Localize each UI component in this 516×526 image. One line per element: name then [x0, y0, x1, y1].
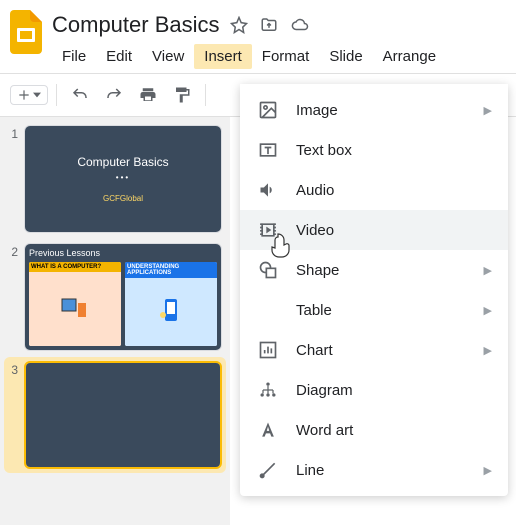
separator [56, 84, 57, 106]
slides-logo[interactable] [8, 8, 44, 56]
menu-item-shape[interactable]: Shape ▶ [240, 250, 508, 290]
menu-item-wordart[interactable]: Word art [240, 410, 508, 450]
submenu-arrow-icon: ▶ [484, 104, 492, 117]
separator [205, 84, 206, 106]
submenu-arrow-icon: ▶ [484, 264, 492, 277]
redo-button[interactable] [99, 80, 129, 110]
shape-icon [256, 258, 280, 282]
audio-icon [256, 178, 280, 202]
slide-thumbnail-2[interactable]: 2 Previous Lessons WHAT IS A COMPUTER? U… [8, 243, 222, 351]
document-title[interactable]: Computer Basics [52, 12, 220, 38]
menu-edit[interactable]: Edit [96, 44, 142, 69]
submenu-arrow-icon: ▶ [484, 464, 492, 477]
menu-item-audio[interactable]: Audio [240, 170, 508, 210]
menu-item-image[interactable]: Image ▶ [240, 90, 508, 130]
slide-thumbnail-1[interactable]: 1 Computer Basics ••• GCFGlobal [8, 125, 222, 233]
menubar: File Edit View Insert Format Slide Arran… [52, 40, 508, 73]
menu-item-line[interactable]: Line ▶ [240, 450, 508, 490]
menu-arrange[interactable]: Arrange [373, 44, 446, 69]
menu-insert[interactable]: Insert [194, 44, 252, 69]
chart-icon [256, 338, 280, 362]
menu-slide[interactable]: Slide [319, 44, 372, 69]
paint-format-button[interactable] [167, 80, 197, 110]
wordart-icon [256, 418, 280, 442]
submenu-arrow-icon: ▶ [484, 304, 492, 317]
insert-menu-dropdown: Image ▶ Text box Audio Video Shape ▶ Tab… [240, 84, 508, 496]
menu-file[interactable]: File [52, 44, 96, 69]
menu-item-textbox[interactable]: Text box [240, 130, 508, 170]
new-slide-button[interactable] [10, 85, 48, 105]
textbox-icon [256, 138, 280, 162]
header: Computer Basics File Edit View Insert Fo… [0, 0, 516, 73]
image-icon [256, 98, 280, 122]
menu-item-table[interactable]: Table ▶ [240, 290, 508, 330]
menu-item-video[interactable]: Video [240, 210, 508, 250]
slide-panel: 1 Computer Basics ••• GCFGlobal 2 Previo… [0, 117, 230, 525]
undo-button[interactable] [65, 80, 95, 110]
menu-view[interactable]: View [142, 44, 194, 69]
menu-item-chart[interactable]: Chart ▶ [240, 330, 508, 370]
menu-format[interactable]: Format [252, 44, 320, 69]
diagram-icon [256, 378, 280, 402]
table-icon [256, 298, 280, 322]
submenu-arrow-icon: ▶ [484, 344, 492, 357]
menu-item-diagram[interactable]: Diagram [240, 370, 508, 410]
print-button[interactable] [133, 80, 163, 110]
cloud-icon[interactable] [290, 16, 310, 34]
star-icon[interactable] [230, 16, 248, 34]
move-icon[interactable] [260, 16, 278, 34]
line-icon [256, 458, 280, 482]
video-icon [256, 218, 280, 242]
slide-thumbnail-3[interactable]: 3 [4, 357, 226, 473]
